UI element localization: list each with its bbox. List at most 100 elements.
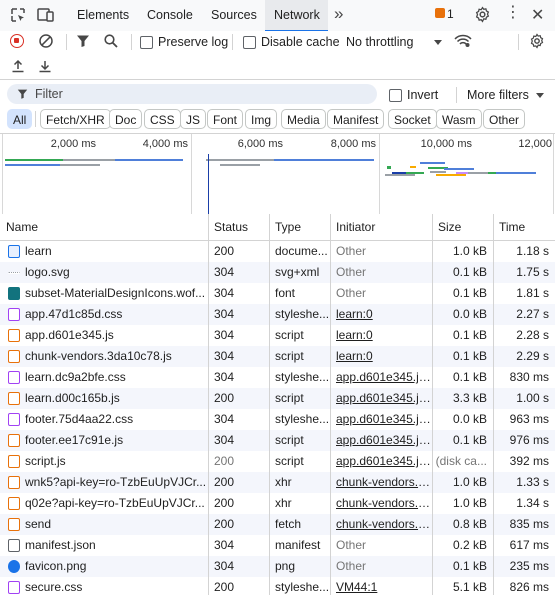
- overview-gridline: [2, 134, 3, 215]
- tab-elements[interactable]: Elements: [68, 0, 134, 31]
- table-row[interactable]: learn.d00c165b.js 200 script app.d601e345.j…: [0, 388, 555, 409]
- column-header-initiator[interactable]: Initiator: [330, 214, 432, 240]
- issues-warning-icon[interactable]: [435, 8, 445, 18]
- tab-console[interactable]: Console: [138, 0, 196, 31]
- disable-cache-label[interactable]: Disable cache: [261, 35, 340, 49]
- cell-initiator: Other: [336, 244, 367, 258]
- overview-bar: [496, 172, 536, 174]
- cell-time: 1.34 s: [516, 496, 549, 510]
- table-row[interactable]: send 200 fetch chunk-vendors.3da... 0.8 kB 83…: [0, 514, 555, 535]
- column-header-time[interactable]: Time: [493, 214, 555, 240]
- cell-status: 200: [214, 496, 235, 510]
- cell-status: 304: [214, 412, 235, 426]
- cell-initiator[interactable]: chunk-vendors.3da...: [330, 514, 432, 535]
- chip-wasm[interactable]: Wasm: [436, 109, 482, 129]
- import-har-icon[interactable]: [11, 59, 25, 73]
- column-header-type[interactable]: Type: [269, 214, 330, 240]
- network-settings-gear-icon[interactable]: [529, 33, 545, 49]
- invert-checkbox[interactable]: [389, 89, 402, 102]
- more-filters-button[interactable]: More filters: [467, 88, 529, 102]
- cell-initiator[interactable]: learn:0: [330, 346, 432, 367]
- network-conditions-icon[interactable]: [454, 34, 472, 48]
- column-header-name[interactable]: Name: [0, 214, 208, 240]
- chevron-down-icon[interactable]: [536, 93, 544, 98]
- device-toolbar-icon[interactable]: [37, 7, 55, 23]
- chip-other[interactable]: Other: [483, 109, 526, 129]
- filter-funnel-icon[interactable]: [76, 34, 90, 48]
- cell-initiator[interactable]: app.d601e345.js:1...: [330, 409, 432, 430]
- table-row[interactable]: app.d601e345.js 304 script learn:0 0.1 kB 2.2…: [0, 325, 555, 346]
- script-icon: [8, 434, 20, 447]
- tab-sources[interactable]: Sources: [202, 0, 263, 31]
- table-row[interactable]: app.47d1c85d.css 304 styleshe... learn:0 0.0…: [0, 304, 555, 325]
- more-options-icon[interactable]: ⋮: [505, 5, 521, 21]
- chip-media[interactable]: Media: [281, 109, 326, 129]
- table-row[interactable]: learn.dc9a2bfe.css 304 styleshe... app.d601…: [0, 367, 555, 388]
- chip-doc[interactable]: Doc: [109, 109, 143, 129]
- table-row[interactable]: logo.svg 304 svg+xml Other 0.1 kB 1.75 s: [0, 262, 555, 283]
- toolbar-divider: [66, 34, 67, 50]
- chip-font[interactable]: Font: [207, 109, 244, 129]
- table-row[interactable]: wnk5?api-key=ro-TzbEuUpVJCr... 200 xhr chun…: [0, 472, 555, 493]
- cell-time: 617 ms: [509, 538, 549, 552]
- chip-fetch-xhr[interactable]: Fetch/XHR: [40, 109, 111, 129]
- chip-socket[interactable]: Socket: [388, 109, 437, 129]
- cell-time: 2.29 s: [516, 349, 549, 363]
- cell-initiator[interactable]: app.d601e345.js:1...: [330, 367, 432, 388]
- record-stop-icon[interactable]: [10, 34, 24, 48]
- table-row[interactable]: subset-MaterialDesignIcons.wof... 304 font…: [0, 283, 555, 304]
- search-icon[interactable]: [103, 33, 119, 49]
- table-row[interactable]: footer.75d4aa22.css 304 styleshe... app.d60…: [0, 409, 555, 430]
- cell-initiator[interactable]: chunk-vendors.3da...: [330, 493, 432, 514]
- chip-all[interactable]: All: [7, 109, 33, 129]
- network-overview[interactable]: 2,000 ms 4,000 ms 6,000 ms 8,000 ms 10,0…: [0, 133, 555, 216]
- table-row[interactable]: learn 200 docume... Other 1.0 kB 1.18 s: [0, 241, 555, 262]
- cell-initiator[interactable]: learn:0: [330, 304, 432, 325]
- preserve-log-checkbox[interactable]: [140, 36, 153, 49]
- overview-gridline: [553, 134, 554, 215]
- cell-initiator[interactable]: app.d601e345.js:1...: [330, 388, 432, 409]
- disable-cache-checkbox[interactable]: [243, 36, 256, 49]
- table-row[interactable]: manifest.json 304 manifest Other 0.2 kB 617 m…: [0, 535, 555, 556]
- table-row[interactable]: favicon.png 304 png Other 0.1 kB 235 ms: [0, 556, 555, 577]
- overview-tick-label: 6,000 ms: [237, 138, 283, 150]
- preserve-log-label[interactable]: Preserve log: [158, 35, 228, 49]
- cell-initiator[interactable]: chunk-vendors.3da...: [330, 472, 432, 493]
- cell-initiator[interactable]: app.d601e345.js:1...: [330, 451, 432, 472]
- close-devtools-icon[interactable]: ✕: [531, 5, 544, 25]
- clear-icon[interactable]: [38, 33, 54, 49]
- filter-funnel-icon: [17, 88, 28, 100]
- overview-bar: [5, 164, 60, 166]
- issues-count[interactable]: 1: [447, 7, 454, 21]
- overview-bar: [387, 166, 391, 169]
- tab-network[interactable]: Network: [265, 0, 328, 32]
- overview-bar: [385, 174, 415, 176]
- invert-label[interactable]: Invert: [407, 88, 438, 102]
- chip-js[interactable]: JS: [180, 109, 207, 129]
- filter-input[interactable]: Filter: [7, 84, 377, 104]
- toolbar-divider: [456, 87, 457, 103]
- chip-img[interactable]: Img: [245, 109, 278, 129]
- cell-initiator[interactable]: app.d601e345.js:1...: [330, 430, 432, 451]
- overview-tick-label: 4,000 ms: [142, 138, 188, 150]
- export-har-icon[interactable]: [38, 59, 52, 73]
- table-row[interactable]: chunk-vendors.3da10c78.js 304 script learn:…: [0, 346, 555, 367]
- table-row[interactable]: q02e?api-key=ro-TzbEuUpVJCr... 200 xhr chun…: [0, 493, 555, 514]
- cell-initiator[interactable]: learn:0: [330, 325, 432, 346]
- more-tabs-icon[interactable]: »: [334, 4, 343, 24]
- xhr-icon: [8, 518, 20, 531]
- column-header-status[interactable]: Status: [208, 214, 269, 240]
- chip-manifest[interactable]: Manifest: [327, 109, 385, 129]
- cell-type: png: [275, 559, 296, 573]
- overview-bar: [444, 168, 474, 170]
- cell-status: 304: [214, 349, 235, 363]
- chevron-down-icon[interactable]: [434, 40, 442, 45]
- inspect-element-icon[interactable]: [10, 7, 26, 23]
- settings-gear-icon[interactable]: [474, 6, 491, 23]
- network-toolbar: Preserve log Disable cache No throttling: [0, 31, 555, 54]
- table-row[interactable]: script.js 200 script app.d601e345.js:1...(d…: [0, 451, 555, 472]
- throttling-select[interactable]: No throttling: [346, 35, 413, 49]
- column-header-size[interactable]: Size: [432, 214, 493, 240]
- table-row[interactable]: footer.ee17c91e.js 304 script app.d601e345.…: [0, 430, 555, 451]
- chip-css[interactable]: CSS: [144, 109, 181, 129]
